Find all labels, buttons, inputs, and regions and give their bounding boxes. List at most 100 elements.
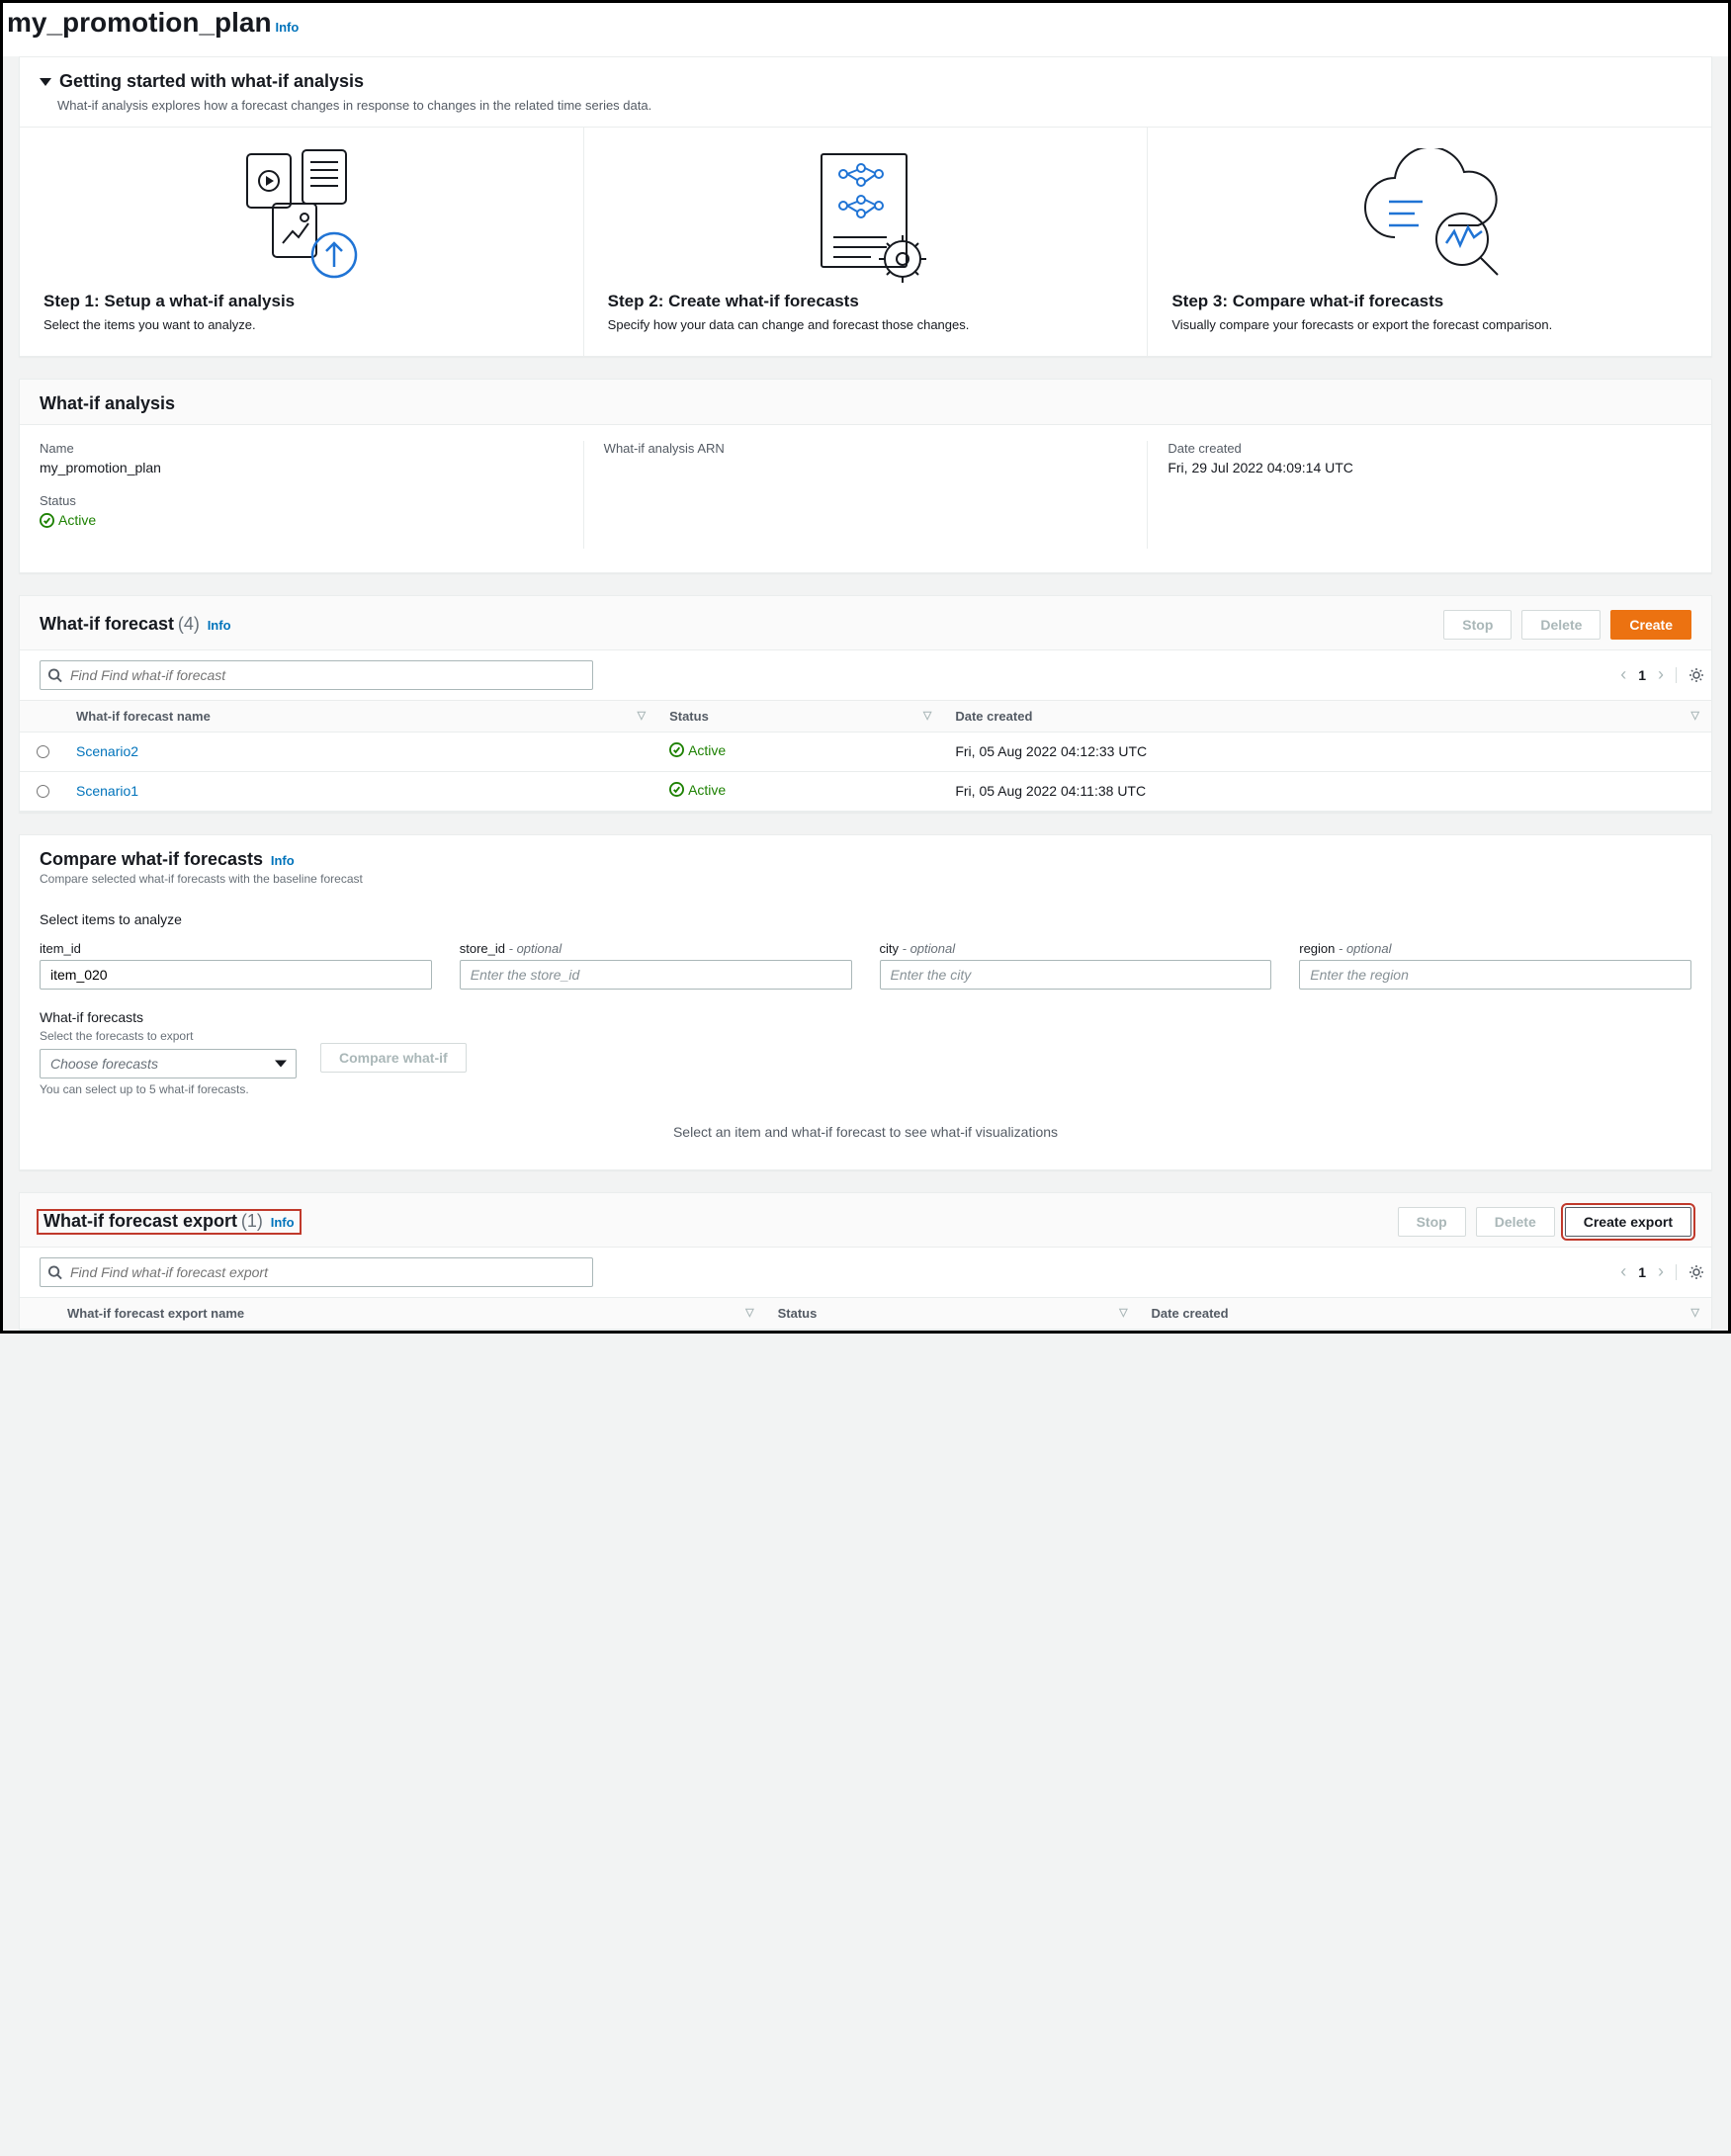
city-input[interactable]: [880, 960, 1272, 990]
whatif-analysis-header: What-if analysis: [40, 393, 175, 414]
forecast-row-radio[interactable]: [37, 745, 49, 758]
export-col-name[interactable]: What-if forecast export name▽: [55, 1297, 766, 1329]
check-circle-icon: [40, 513, 54, 528]
export-section: What-if forecast export (1) Info Stop De…: [19, 1192, 1712, 1331]
page-title: my_promotion_plan: [7, 7, 272, 38]
forecast-col-name[interactable]: What-if forecast name▽: [64, 700, 657, 732]
forecast-row-name[interactable]: Scenario2: [76, 743, 138, 759]
getting-started-description: What-if analysis explores how a forecast…: [57, 98, 1691, 113]
page-title-bar: my_promotion_plan Info: [3, 3, 1728, 56]
forecast-row-date: Fri, 05 Aug 2022 04:11:38 UTC: [943, 771, 1711, 811]
whatif-forecast-section: What-if forecast (4) Info Stop Delete Cr…: [19, 595, 1712, 813]
gs-step2-desc: Specify how your data can change and for…: [608, 317, 1124, 332]
gs-step-2: Step 2: Create what-if forecasts Specify…: [584, 128, 1149, 356]
gs-step3-illustration-icon: [1171, 143, 1688, 292]
sort-icon: ▽: [745, 1306, 753, 1319]
sort-icon: ▽: [1119, 1306, 1127, 1319]
forecasts-sublabel: Select the forecasts to export: [40, 1029, 297, 1043]
forecasts-hint: You can select up to 5 what-if forecasts…: [40, 1082, 297, 1096]
store-id-input[interactable]: [460, 960, 852, 990]
export-col-status[interactable]: Status▽: [766, 1297, 1140, 1329]
export-search-input[interactable]: [40, 1257, 593, 1287]
export-next-page-icon[interactable]: ›: [1658, 1261, 1664, 1282]
forecast-table: What-if forecast name▽ Status▽ Date crea…: [20, 700, 1711, 812]
forecast-page-number: 1: [1638, 667, 1646, 683]
getting-started-toggle[interactable]: Getting started with what-if analysis: [40, 71, 1691, 92]
export-settings-icon[interactable]: [1676, 1264, 1691, 1280]
gs-step2-illustration-icon: [608, 143, 1124, 292]
forecast-delete-button[interactable]: Delete: [1521, 610, 1601, 640]
forecast-pagination: ‹ 1 ›: [1620, 664, 1691, 685]
export-header: What-if forecast export: [43, 1211, 237, 1231]
forecast-stop-button[interactable]: Stop: [1443, 610, 1512, 640]
sort-icon: ▽: [923, 709, 931, 722]
forecast-row-radio[interactable]: [37, 785, 49, 798]
forecast-row-date: Fri, 05 Aug 2022 04:12:33 UTC: [943, 732, 1711, 771]
gs-step3-desc: Visually compare your forecasts or expor…: [1171, 317, 1688, 332]
forecast-row-name[interactable]: Scenario1: [76, 783, 138, 799]
item-id-input[interactable]: [40, 960, 432, 990]
create-export-button[interactable]: Create export: [1565, 1207, 1691, 1237]
export-count: (1): [241, 1211, 263, 1231]
gear-icon: [1688, 667, 1704, 683]
forecasts-label: What-if forecasts: [40, 1009, 297, 1025]
store-id-label: store_id: [460, 941, 505, 956]
forecast-prev-page-icon[interactable]: ‹: [1620, 664, 1626, 685]
export-page-number: 1: [1638, 1264, 1646, 1280]
search-icon: [47, 667, 62, 682]
item-id-label: item_id: [40, 941, 432, 956]
page-info-link[interactable]: Info: [275, 20, 299, 35]
export-stop-button[interactable]: Stop: [1398, 1207, 1466, 1237]
forecast-create-button[interactable]: Create: [1610, 610, 1691, 640]
gear-icon: [1688, 1264, 1704, 1280]
analysis-arn-label: What-if analysis ARN: [604, 441, 1128, 456]
analysis-date-label: Date created: [1168, 441, 1691, 456]
forecast-info-link[interactable]: Info: [208, 618, 231, 633]
gs-step3-title: Step 3: Compare what-if forecasts: [1171, 292, 1688, 311]
forecast-header: What-if forecast: [40, 614, 174, 634]
forecasts-select[interactable]: Choose forecasts: [40, 1049, 297, 1078]
compare-section: Compare what-if forecasts Info Compare s…: [19, 834, 1712, 1170]
export-delete-button[interactable]: Delete: [1476, 1207, 1555, 1237]
analysis-name-label: Name: [40, 441, 563, 456]
forecast-count: (4): [178, 614, 200, 634]
forecast-col-date[interactable]: Date created▽: [943, 700, 1711, 732]
forecast-col-status[interactable]: Status▽: [657, 700, 943, 732]
gs-step-1: Step 1: Setup a what-if analysis Select …: [20, 128, 584, 356]
region-label: region: [1299, 941, 1335, 956]
forecast-search-input[interactable]: [40, 660, 593, 690]
forecast-row-status: Active: [669, 782, 726, 798]
sort-icon: ▽: [1691, 709, 1699, 722]
whatif-analysis-section: What-if analysis Name my_promotion_plan …: [19, 379, 1712, 573]
compare-subtitle: Compare selected what-if forecasts with …: [40, 872, 363, 886]
forecast-row-status: Active: [669, 742, 726, 758]
gs-step2-title: Step 2: Create what-if forecasts: [608, 292, 1124, 311]
gs-step1-title: Step 1: Setup a what-if analysis: [43, 292, 560, 311]
viz-placeholder-text: Select an item and what-if forecast to s…: [40, 1096, 1691, 1148]
getting-started-title: Getting started with what-if analysis: [59, 71, 364, 92]
analysis-date-value: Fri, 29 Jul 2022 04:09:14 UTC: [1168, 460, 1691, 475]
caret-down-icon: [40, 78, 51, 86]
forecast-next-page-icon[interactable]: ›: [1658, 664, 1664, 685]
gs-step1-desc: Select the items you want to analyze.: [43, 317, 560, 332]
select-items-label: Select items to analyze: [40, 911, 1691, 927]
export-info-link[interactable]: Info: [271, 1215, 295, 1230]
getting-started-panel: Getting started with what-if analysis Wh…: [19, 56, 1712, 357]
table-row[interactable]: Scenario1 Active Fri, 05 Aug 2022 04:11:…: [20, 771, 1711, 811]
export-prev-page-icon[interactable]: ‹: [1620, 1261, 1626, 1282]
check-circle-icon: [669, 742, 684, 757]
compare-info-link[interactable]: Info: [271, 853, 295, 868]
compare-header: Compare what-if forecasts: [40, 849, 263, 869]
compare-whatif-button[interactable]: Compare what-if: [320, 1043, 467, 1073]
export-col-date[interactable]: Date created▽: [1140, 1297, 1711, 1329]
check-circle-icon: [669, 782, 684, 797]
region-input[interactable]: [1299, 960, 1691, 990]
chevron-down-icon: [275, 1060, 287, 1067]
sort-icon: ▽: [1691, 1306, 1699, 1319]
gs-step1-illustration-icon: [43, 143, 560, 292]
table-row[interactable]: Scenario2 Active Fri, 05 Aug 2022 04:12:…: [20, 732, 1711, 771]
analysis-name-value: my_promotion_plan: [40, 460, 563, 475]
sort-icon: ▽: [638, 709, 646, 722]
forecast-settings-icon[interactable]: [1676, 667, 1691, 683]
city-label: city: [880, 941, 900, 956]
